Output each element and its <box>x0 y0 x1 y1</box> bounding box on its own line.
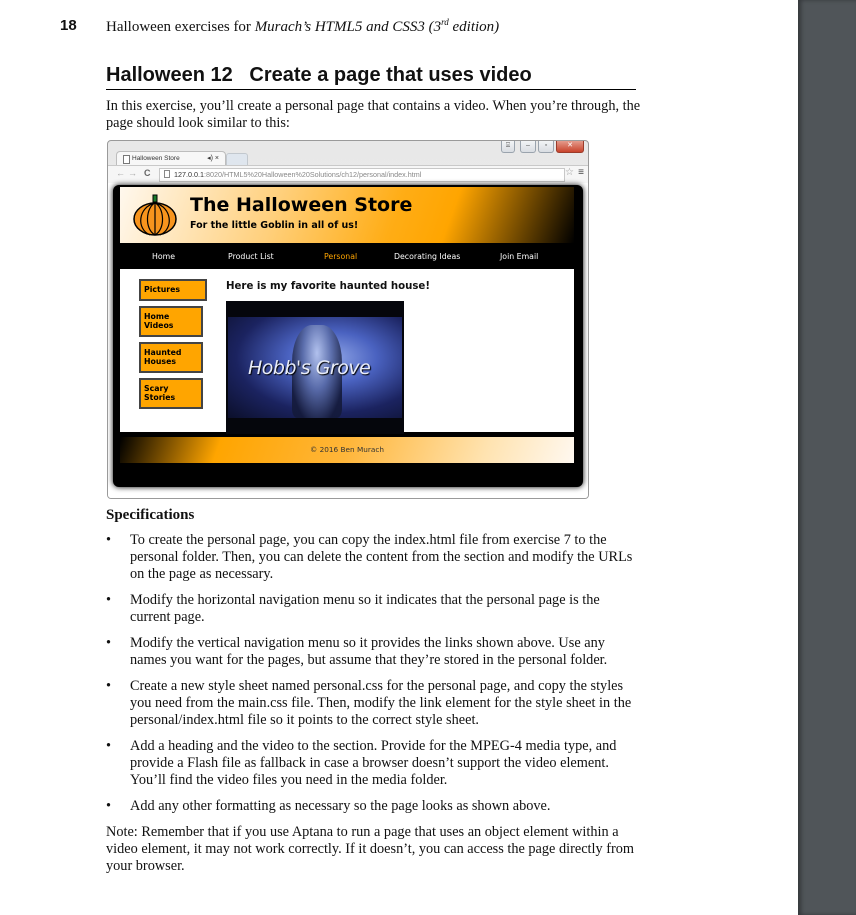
site-header: The Halloween Store For the little Gobli… <box>120 187 574 243</box>
specifications-heading: Specifications <box>106 507 195 523</box>
video-caption: Hobb's Grove <box>248 357 371 379</box>
nav-personal[interactable]: Personal <box>324 252 357 261</box>
exercise-title: Halloween 12 Create a page that uses vid… <box>106 64 636 90</box>
window-controls: ⍓ – ▫ ✕ <box>501 141 584 153</box>
maximize-icon[interactable]: ▫ <box>538 141 554 153</box>
bullet-icon: • <box>106 798 112 814</box>
tab-title: Halloween Store <box>132 155 180 162</box>
bookmark-star-icon[interactable]: ☆ <box>565 167 574 178</box>
spec-item: • To create the personal page, you can co… <box>106 532 633 582</box>
running-head: Halloween exercises for Murach’s HTML5 a… <box>106 17 499 36</box>
bullet-icon: • <box>106 592 112 608</box>
speaker-icon: ◂) <box>207 155 213 162</box>
nav-product-list[interactable]: Product List <box>228 252 274 261</box>
section-heading: Here is my favorite haunted house! <box>226 281 430 292</box>
spec-item: • Add any other formatting as necessary s… <box>106 798 551 814</box>
site-tagline: For the little Goblin in all of us! <box>190 220 359 231</box>
spec-item: • Modify the horizontal navigation menu s… <box>106 592 600 625</box>
vertical-nav: Pictures Home Videos Haunted Houses Scar… <box>139 279 207 414</box>
side-nav-scary-stories[interactable]: Scary Stories <box>139 377 203 409</box>
address-bar[interactable]: 127.0.0.1:8020/HTML5%20Halloween%20Solut… <box>159 168 565 182</box>
bullet-icon: • <box>106 532 112 548</box>
viewer-side-panel <box>798 0 856 915</box>
side-nav-home-videos[interactable]: Home Videos <box>139 305 203 337</box>
spec-item: • Create a new style sheet named personal… <box>106 678 632 728</box>
site-footer: © 2016 Ben Murach <box>120 437 574 463</box>
specifications-list: • To create the personal page, you can co… <box>106 532 641 824</box>
user-icon[interactable]: ⍓ <box>501 141 515 153</box>
note-paragraph: Note: Remember that if you use Aptana to… <box>106 824 635 874</box>
page-icon <box>123 155 130 164</box>
reload-icon[interactable]: C <box>144 168 151 178</box>
nav-decorating-ideas[interactable]: Decorating Ideas <box>394 252 460 261</box>
site-main: Pictures Home Videos Haunted Houses Scar… <box>120 269 574 434</box>
browser-toolbar: ← → C 127.0.0.1:8020/HTML5%20Halloween%2… <box>108 165 588 183</box>
intro-paragraph: In this exercise, you’ll create a person… <box>106 98 641 131</box>
browser-viewport: The Halloween Store For the little Gobli… <box>108 183 588 498</box>
video-frame: Hobb's Grove <box>228 317 402 418</box>
page-icon <box>164 170 170 178</box>
copyright-text: © 2016 Ben Murach <box>310 445 384 454</box>
forward-icon[interactable]: → <box>128 168 137 178</box>
side-nav-pictures[interactable]: Pictures <box>139 279 207 301</box>
site-title: The Halloween Store <box>190 194 413 216</box>
spec-item: • Add a heading and the video to the sect… <box>106 738 617 788</box>
nav-join-email[interactable]: Join Email <box>500 252 538 261</box>
side-nav-haunted-houses[interactable]: Haunted Houses <box>139 341 203 373</box>
back-icon[interactable]: ← <box>116 168 125 178</box>
minimize-icon[interactable]: – <box>520 141 536 153</box>
pumpkin-icon <box>133 194 177 236</box>
bullet-icon: • <box>106 738 112 754</box>
bullet-icon: • <box>106 635 112 651</box>
nav-home[interactable]: Home <box>152 252 175 261</box>
browser-tab[interactable]: Halloween Store ◂) × <box>116 151 226 166</box>
running-head-prefix: Halloween exercises for <box>106 19 255 35</box>
bullet-icon: • <box>106 678 112 694</box>
tab-close-icon[interactable]: ◂) × <box>207 154 219 162</box>
close-icon[interactable]: ✕ <box>556 141 584 153</box>
spec-item: • Modify the vertical navigation menu so … <box>106 635 608 668</box>
browser-screenshot-figure: ⍓ – ▫ ✕ Halloween Store ◂) × ← → C 127.0… <box>107 140 589 499</box>
menu-icon[interactable]: ≡ <box>578 167 584 178</box>
video-player[interactable]: Hobb's Grove <box>226 301 404 434</box>
page-number: 18 <box>60 17 77 34</box>
horizontal-nav: Home Product List Personal Decorating Id… <box>120 249 574 265</box>
book-title: Murach’s HTML5 and CSS3 (3rd edition) <box>254 17 500 35</box>
